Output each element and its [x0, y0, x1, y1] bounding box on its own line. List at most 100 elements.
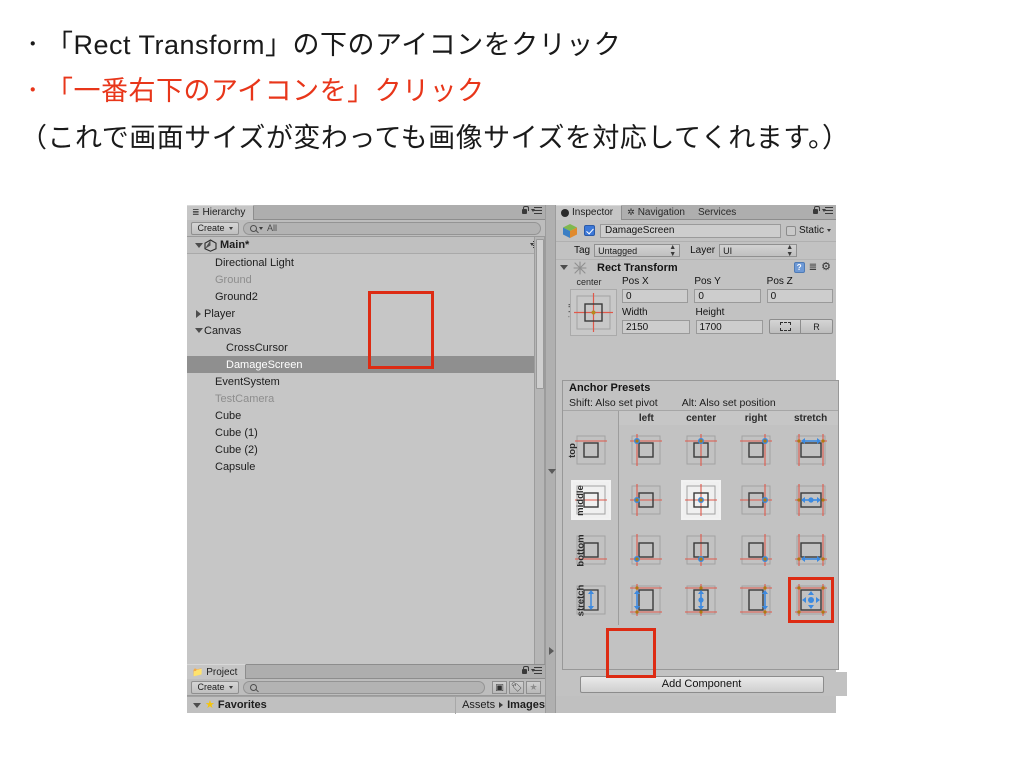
pos-z-label: Pos Z: [766, 276, 793, 287]
project-create-label: Create: [197, 682, 225, 692]
hierarchy-item-ground[interactable]: Ground: [187, 271, 545, 288]
project-create-button[interactable]: Create: [191, 680, 239, 694]
anchor-row-label: stretch: [575, 584, 587, 616]
pos-y-input[interactable]: 0: [694, 289, 761, 303]
inspector-panel: Inspector ✲ Navigation Services DamageSc…: [556, 204, 847, 713]
hierarchy-item-capsule[interactable]: Capsule: [187, 458, 545, 475]
add-component-button[interactable]: Add Component: [579, 675, 824, 693]
lock-icon[interactable]: [812, 206, 820, 215]
gameobject-name-field[interactable]: DamageScreen: [600, 223, 781, 238]
anchor-preset-stretch-stretch[interactable]: [787, 577, 834, 623]
anchor-preset-bottom-right[interactable]: [736, 530, 776, 570]
raw-edit-button[interactable]: R: [801, 319, 833, 334]
anchor-preset-bottom-center[interactable]: [681, 530, 721, 570]
chevron-down-icon[interactable]: [191, 703, 202, 708]
bullet-marker-1: ・: [22, 34, 44, 56]
preset-icon[interactable]: ≣: [809, 262, 817, 273]
anchor-preset-button[interactable]: center middle: [561, 277, 617, 341]
gear-icon[interactable]: ⚙: [821, 262, 831, 273]
panel-menu-icon[interactable]: [531, 206, 542, 215]
hierarchy-item-testcamera[interactable]: TestCamera: [187, 390, 545, 407]
hierarchy-item-cube[interactable]: Cube: [187, 407, 545, 424]
pos-z-input[interactable]: 0: [766, 289, 833, 303]
anchor-preset-top-center[interactable]: [681, 430, 721, 470]
hierarchy-item-cube-2[interactable]: Cube (2): [187, 441, 545, 458]
hierarchy-item-crosscursor[interactable]: CrossCursor: [187, 339, 545, 356]
chevron-right-icon[interactable]: [193, 310, 204, 318]
add-component-bar: Add Component: [556, 672, 847, 696]
anchor-preset-top-right[interactable]: [736, 430, 776, 470]
anchor-preset-middle-left[interactable]: [626, 480, 666, 520]
filter-by-type-icon[interactable]: ▣: [492, 680, 507, 694]
blueprint-mode-button[interactable]: [769, 319, 801, 334]
navigation-icon: ✲: [627, 206, 635, 217]
inspector-outer-scrollbar[interactable]: [545, 205, 556, 713]
tab-inspector[interactable]: Inspector: [556, 204, 623, 220]
unity-logo-icon: [204, 238, 217, 252]
tab-project[interactable]: 📁 Project: [187, 664, 247, 679]
hierarchy-item-cube-1[interactable]: Cube (1): [187, 424, 545, 441]
anchor-preset-middle-center[interactable]: [681, 480, 722, 520]
tab-navigation[interactable]: ✲ Navigation: [622, 205, 693, 220]
chevron-down-icon[interactable]: [193, 243, 204, 248]
tab-hierarchy[interactable]: ≣ Hierarchy: [187, 204, 255, 220]
hierarchy-tree[interactable]: Main* Directional Light Ground Ground2 Play…: [187, 237, 545, 664]
tag-dropdown[interactable]: Untagged ▲ ▼: [594, 244, 681, 258]
anchor-preset-stretch-center[interactable]: [681, 580, 721, 620]
breadcrumb-item-images[interactable]: Images: [507, 699, 545, 711]
hierarchy-item-damagescreen[interactable]: DamageScreen: [187, 356, 545, 373]
filter-by-label-icon[interactable]: 🏷: [509, 680, 524, 694]
hierarchy-create-label: Create: [197, 223, 225, 233]
hierarchy-scrollbar[interactable]: [534, 237, 545, 664]
project-tab-icons: [521, 666, 542, 675]
hierarchy-item-label: Capsule: [215, 460, 256, 473]
tab-services[interactable]: Services: [693, 205, 744, 220]
help-icon[interactable]: ?: [793, 262, 805, 273]
search-icon: [250, 224, 257, 232]
hierarchy-item-label: TestCamera: [215, 392, 275, 405]
layer-dropdown[interactable]: UI ▲ ▼: [719, 244, 798, 258]
anchor-preset-middle-right[interactable]: [736, 480, 776, 520]
anchor-preset-bottom-stretch[interactable]: [791, 530, 831, 570]
width-input[interactable]: 2150: [622, 320, 690, 334]
panel-menu-icon[interactable]: [822, 206, 833, 215]
hierarchy-item-label: Directional Light: [215, 256, 294, 269]
anchor-preset-bottom-left[interactable]: [626, 530, 666, 570]
anchor-row-header-top: top: [563, 425, 619, 475]
static-toggle[interactable]: Static: [785, 225, 831, 236]
gameobject-enabled-checkbox[interactable]: [584, 225, 595, 236]
anchor-preset-top-left[interactable]: [626, 430, 666, 470]
tab-navigation-label: Navigation: [637, 206, 685, 218]
pos-x-input[interactable]: 0: [622, 289, 689, 303]
project-search-input[interactable]: [243, 680, 485, 694]
hierarchy-search-input[interactable]: All: [243, 221, 541, 235]
lock-icon[interactable]: [521, 666, 529, 675]
tab-project-label: Project: [206, 666, 238, 678]
anchor-preset-middle-stretch[interactable]: [791, 480, 831, 520]
chevron-down-icon[interactable]: [558, 265, 569, 270]
hierarchy-item-canvas[interactable]: Canvas: [187, 322, 545, 339]
breadcrumb-item-assets[interactable]: Assets: [462, 699, 495, 711]
hierarchy-create-button[interactable]: Create: [191, 221, 239, 235]
hierarchy-scene-root[interactable]: Main*: [187, 237, 545, 254]
hierarchy-item-player[interactable]: Player: [187, 305, 545, 322]
lock-icon[interactable]: [521, 206, 529, 215]
favorite-star-icon[interactable]: ★: [526, 680, 541, 694]
hierarchy-item-eventsystem[interactable]: EventSystem: [187, 373, 545, 390]
hierarchy-row-container: Directional Light Ground Ground2 Player Canv…: [187, 254, 545, 475]
anchor-preset-stretch-left[interactable]: [626, 580, 666, 620]
anchor-preset-stretch-right[interactable]: [736, 580, 776, 620]
height-input[interactable]: 1700: [695, 320, 763, 334]
favorites-group[interactable]: ★ Favorites: [187, 697, 455, 714]
hierarchy-item-ground2[interactable]: Ground2: [187, 288, 545, 305]
anchor-presets-popup: Anchor Presets Shift: Also set pivot Alt…: [562, 380, 839, 670]
chevron-down-icon[interactable]: [827, 229, 831, 232]
chevron-down-icon[interactable]: [193, 328, 204, 333]
panel-menu-icon[interactable]: [531, 666, 542, 675]
anchor-preset-top-stretch[interactable]: [791, 430, 831, 470]
rect-transform-header[interactable]: Rect Transform ? ≣ ⚙: [556, 259, 836, 275]
hierarchy-scrollbar-thumb[interactable]: [536, 239, 544, 389]
static-checkbox[interactable]: [785, 225, 796, 236]
hierarchy-item-directional-light[interactable]: Directional Light: [187, 254, 545, 271]
hierarchy-item-label: Ground: [215, 273, 252, 286]
